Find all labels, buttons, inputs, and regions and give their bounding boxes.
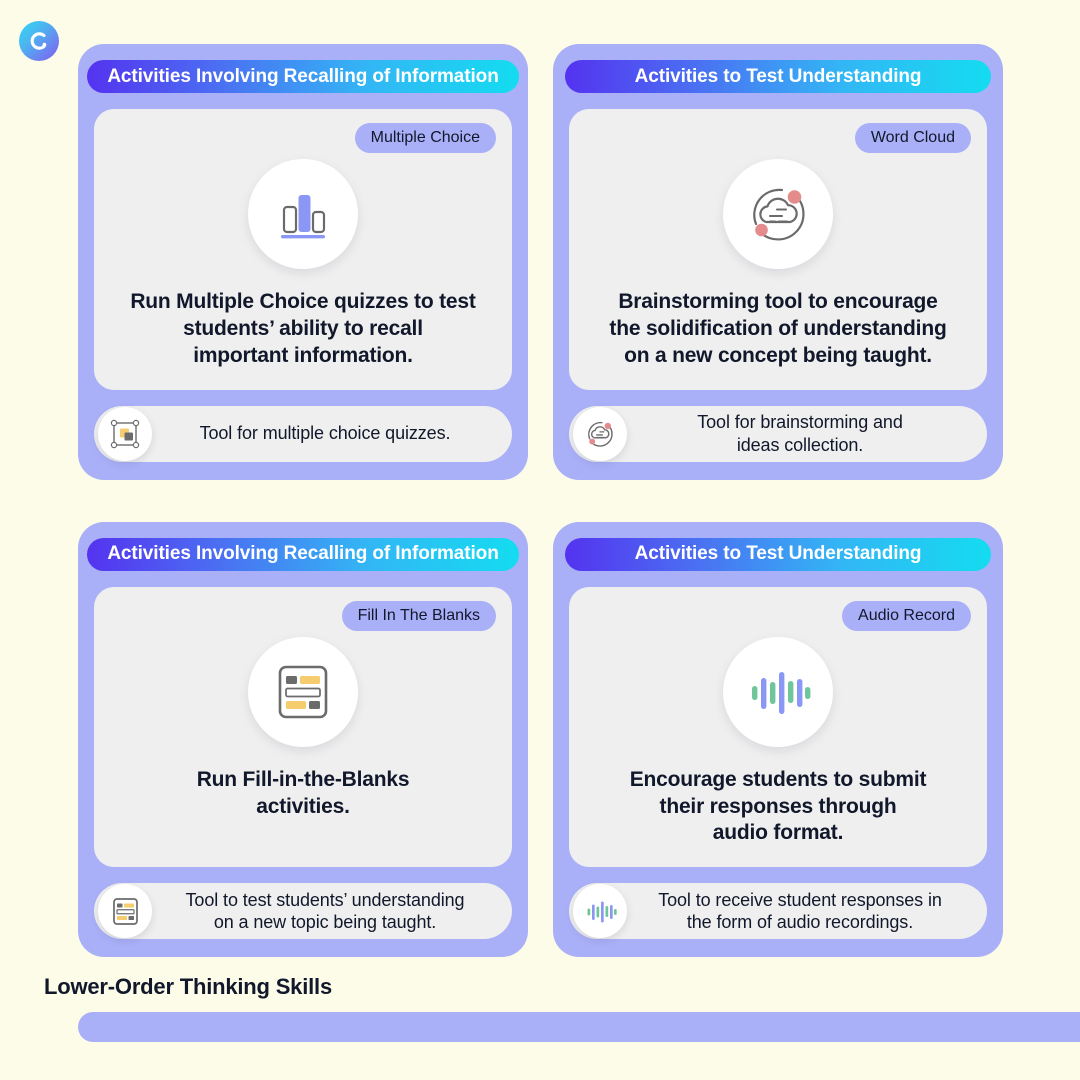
cloud-orbit-icon-glyph <box>588 421 613 447</box>
tool-strip[interactable]: Tool for brainstorming and ideas collect… <box>569 405 987 462</box>
form-blanks-icon-glyph <box>278 665 328 718</box>
activity-card-word-cloud[interactable]: Activities to Test Understanding Word Cl… <box>553 44 1003 480</box>
card-description: Brainstorming tool to encourage the soli… <box>609 290 947 367</box>
footer-progress-bar <box>78 1012 1080 1042</box>
card-header-title: Activities to Test Understanding <box>564 60 992 93</box>
form-blanks-icon-glyph <box>112 897 138 925</box>
tool-description: Tool for multiple choice quizzes. <box>199 423 451 444</box>
logo-c-glyph <box>30 32 47 50</box>
tool-description: Tool for brainstorming and ideas collect… <box>697 412 903 455</box>
bar-chart-icon-glyph <box>281 195 326 239</box>
brand-logo[interactable] <box>19 21 59 61</box>
activities-board: Activities Involving Recalling of Inform… <box>78 44 1003 958</box>
section-label-lower-order-thinking-skills: Lower-Order Thinking Skills <box>44 974 332 999</box>
tool-strip[interactable]: Tool to receive student responses in the… <box>569 883 987 940</box>
card-header-title: Activities Involving Recalling of Inform… <box>87 60 519 93</box>
audio-waveform-icon <box>723 636 833 747</box>
tool-strip[interactable]: Tool to test students’ understanding on … <box>94 883 512 940</box>
cloud-orbit-icon <box>723 159 833 269</box>
card-header-title: Activities Involving Recalling of Inform… <box>87 537 519 571</box>
audio-waveform-icon <box>573 884 627 939</box>
selection-frame-icon <box>98 406 152 461</box>
tool-strip[interactable]: Tool for multiple choice quizzes. <box>94 405 512 462</box>
card-description: Run Multiple Choice quizzes to test stud… <box>130 290 476 367</box>
activity-card-multiple-choice[interactable]: Activities Involving Recalling of Inform… <box>78 44 528 480</box>
card-header-title: Activities to Test Understanding <box>564 537 992 571</box>
form-blanks-icon <box>248 636 358 747</box>
bar-chart-icon <box>248 159 358 269</box>
activity-type-badge[interactable]: Multiple Choice <box>354 123 496 153</box>
activity-type-badge[interactable]: Word Cloud <box>854 123 971 153</box>
tool-description: Tool to test students’ understanding on … <box>185 889 465 933</box>
selection-frame-icon-glyph <box>110 419 140 448</box>
card-description: Encourage students to submit their respo… <box>629 767 927 845</box>
card-panel: Audio Record Encourage students to submi… <box>569 586 987 868</box>
activity-card-fill-in-the-blanks[interactable]: Activities Involving Recalling of Inform… <box>78 521 528 958</box>
card-description: Run Fill-in-the-Blanks activities. <box>196 767 410 818</box>
cloud-orbit-icon-glyph <box>753 188 805 241</box>
card-panel: Multiple Choice Run Multiple Choice quiz… <box>94 109 512 390</box>
tool-description: Tool to receive student responses in the… <box>658 889 942 933</box>
activity-type-badge[interactable]: Audio Record <box>842 600 971 631</box>
audio-waveform-icon-glyph <box>752 671 811 714</box>
card-panel: Word Cloud Brainstorming tool to encoura… <box>569 109 987 390</box>
cloud-orbit-icon <box>573 406 627 461</box>
activity-type-badge[interactable]: Fill In The Blanks <box>341 600 496 631</box>
activity-card-audio-record[interactable]: Activities to Test Understanding Audio R… <box>553 521 1003 958</box>
audio-waveform-icon-glyph <box>587 901 617 923</box>
card-panel: Fill In The Blanks Run Fill-in-the-Blank… <box>94 586 512 868</box>
form-blanks-icon <box>98 884 152 939</box>
activity-card-grid: Activities Involving Recalling of Inform… <box>78 44 1003 958</box>
